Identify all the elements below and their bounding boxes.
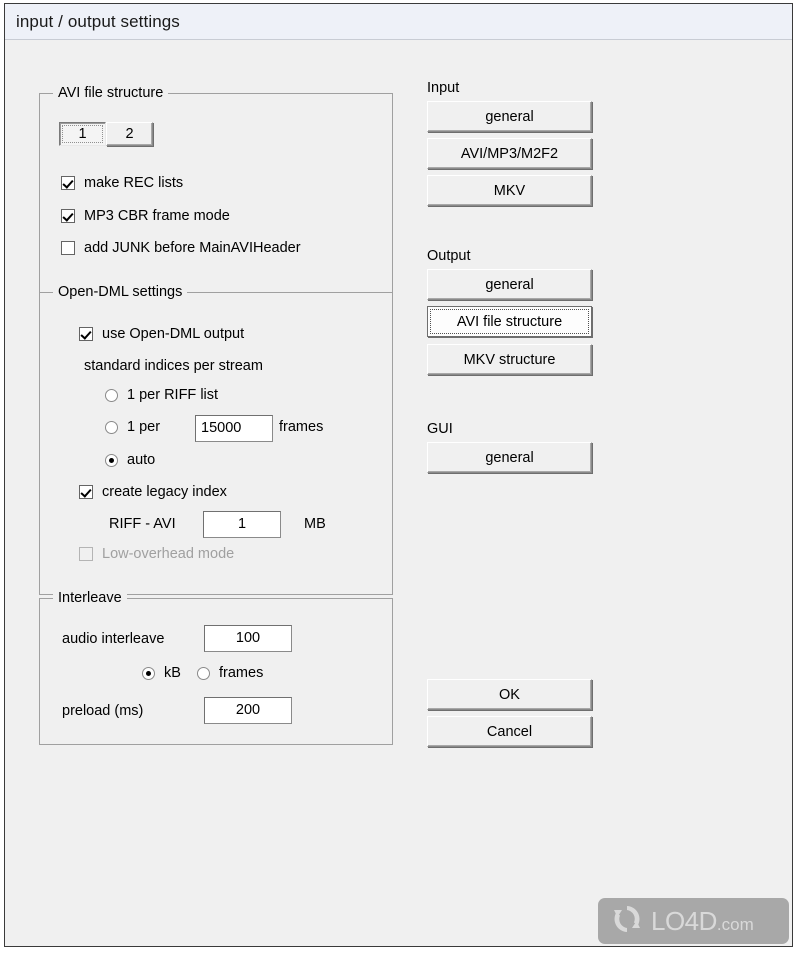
watermark-text: LO4D.com — [651, 906, 754, 937]
open-dml-settings-group-label: Open-DML settings — [53, 284, 188, 300]
radio-unit-kb[interactable] — [142, 667, 155, 680]
ok-button-label: OK — [499, 686, 520, 703]
radio-unit-frames[interactable] — [197, 667, 210, 680]
section-label-output: Output — [427, 248, 471, 264]
checkbox-make-rec-lists[interactable] — [61, 176, 75, 190]
avi-file-structure-group-label: AVI file structure — [53, 85, 169, 101]
label-riff-avi: RIFF - AVI — [109, 516, 176, 532]
label-preload-ms: preload (ms) — [62, 703, 144, 719]
cancel-button[interactable]: Cancel — [427, 716, 592, 747]
label-1-per: 1 per — [127, 419, 161, 435]
label-riff-avi-unit: MB — [304, 516, 326, 532]
tab-button-2-label: 2 — [125, 126, 134, 142]
input-frames-per-index[interactable]: 15000 — [195, 415, 273, 442]
button-input-mkv[interactable]: MKV — [427, 175, 592, 206]
label-unit-kb: kB — [164, 665, 181, 681]
radio-auto[interactable] — [105, 454, 118, 467]
label-unit-frames: frames — [219, 665, 264, 681]
sync-arrows-icon — [610, 902, 644, 941]
button-output-mkv-structure-label: MKV structure — [463, 351, 556, 368]
label-1-per-riff-list: 1 per RIFF list — [127, 387, 219, 403]
ok-button[interactable]: OK — [427, 679, 592, 710]
label-make-rec-lists: make REC lists — [84, 175, 184, 191]
checkbox-low-overhead-mode — [79, 547, 93, 561]
label-add-junk-before-mainaviheader: add JUNK before MainAVIHeader — [84, 240, 301, 256]
button-gui-general-label: general — [485, 449, 534, 466]
watermark-suffix: .com — [716, 914, 754, 934]
radio-1-per-riff-list[interactable] — [105, 389, 118, 402]
watermark: LO4D.com — [598, 898, 789, 944]
label-audio-interleave: audio interleave — [62, 631, 165, 647]
button-output-general[interactable]: general — [427, 269, 592, 300]
checkbox-create-legacy-index[interactable] — [79, 485, 93, 499]
button-input-general[interactable]: general — [427, 101, 592, 132]
label-create-legacy-index: create legacy index — [102, 484, 227, 500]
settings-dialog: input / output settings AVI file structu… — [4, 3, 793, 947]
tab-button-1[interactable]: 1 — [59, 122, 106, 146]
label-frames-unit: frames — [279, 419, 324, 435]
window-title: input / output settings — [16, 12, 180, 31]
input-riff-avi-size[interactable]: 1 — [203, 511, 281, 538]
radio-1-per-frames[interactable] — [105, 421, 118, 434]
section-label-input: Input — [427, 80, 460, 96]
cancel-button-label: Cancel — [486, 723, 533, 740]
title-bar: input / output settings — [5, 4, 792, 40]
input-audio-interleave[interactable]: 100 — [204, 625, 292, 652]
checkbox-mp3-cbr-frame-mode[interactable] — [61, 209, 75, 223]
tab-button-1-label: 1 — [78, 126, 87, 142]
label-mp3-cbr-frame-mode: MP3 CBR frame mode — [84, 208, 230, 224]
input-preload-ms[interactable]: 200 — [204, 697, 292, 724]
label-standard-indices-per-stream: standard indices per stream — [84, 358, 263, 374]
checkbox-use-open-dml-output[interactable] — [79, 327, 93, 341]
button-output-avi-file-structure[interactable]: AVI file structure — [427, 306, 592, 337]
button-input-avi-mp3-m2f2-label: AVI/MP3/M2F2 — [460, 145, 559, 162]
watermark-name: LO4D — [651, 905, 717, 936]
label-low-overhead-mode: Low-overhead mode — [102, 546, 235, 562]
checkbox-add-junk-before-mainaviheader[interactable] — [61, 241, 75, 255]
button-output-mkv-structure[interactable]: MKV structure — [427, 344, 592, 375]
tab-button-2[interactable]: 2 — [106, 122, 153, 146]
button-input-avi-mp3-m2f2[interactable]: AVI/MP3/M2F2 — [427, 138, 592, 169]
section-label-gui: GUI — [427, 421, 453, 437]
interleave-group-label: Interleave — [53, 590, 127, 606]
button-input-general-label: general — [485, 108, 534, 125]
button-output-avi-file-structure-label: AVI file structure — [456, 313, 563, 330]
button-output-general-label: general — [485, 276, 534, 293]
label-use-open-dml-output: use Open-DML output — [102, 326, 245, 342]
button-gui-general[interactable]: general — [427, 442, 592, 473]
button-input-mkv-label: MKV — [493, 182, 526, 199]
label-auto: auto — [127, 452, 156, 468]
